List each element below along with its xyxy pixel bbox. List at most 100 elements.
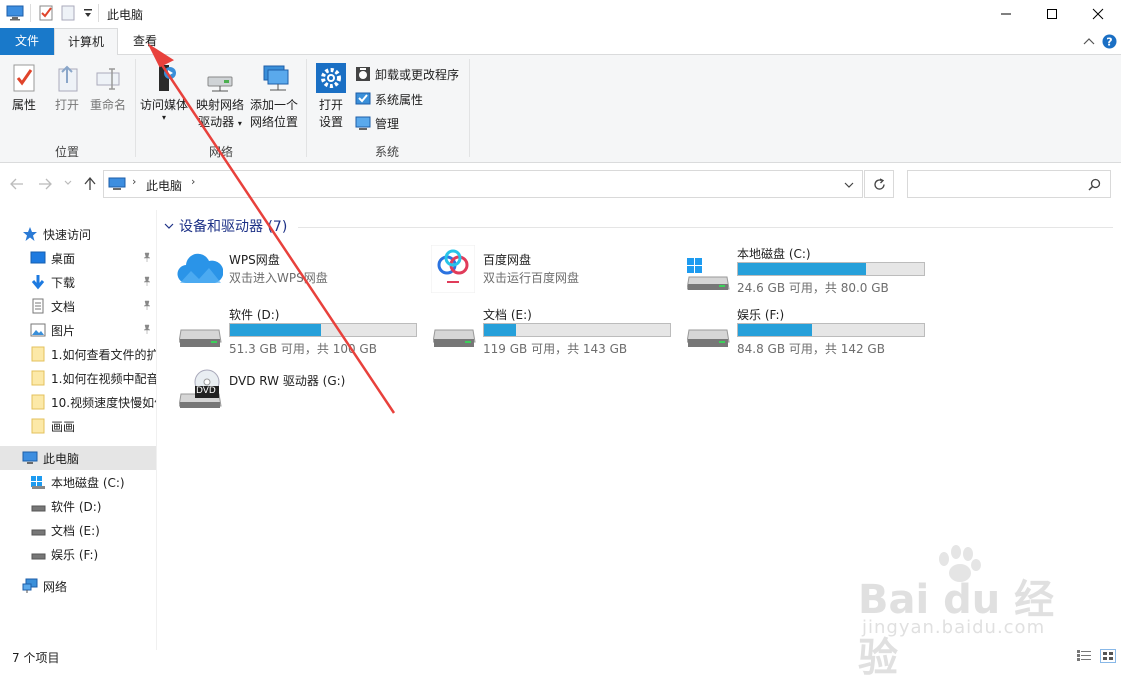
address-history-dropdown[interactable] [835,170,862,198]
hard-drive-icon [687,324,731,352]
back-arrow-icon[interactable] [10,178,24,190]
nav-item-folder[interactable]: 画画 [0,414,156,438]
open-settings-label: 打开 [318,98,343,112]
folder-icon [30,370,46,386]
breadcrumb-this-pc[interactable]: 此电脑 [146,177,182,194]
window-title: 此电脑 [107,8,144,22]
rename-label: 重命名 [89,98,126,112]
properties-quick-icon[interactable] [38,5,54,21]
nav-label: 桌面 [51,251,76,266]
nav-item-pictures[interactable]: 图片 [0,318,156,342]
tab-view[interactable]: 查看 [118,28,172,55]
dvd-badge: DVD [196,386,216,396]
item-name: 百度网盘 [483,253,532,267]
add-network-location-button[interactable]: 添加一个 网络位置 [247,63,301,131]
address-bar[interactable]: › 此电脑 › [103,170,863,198]
nav-item-desktop[interactable]: 桌面 [0,246,156,270]
drive-c-item[interactable]: 本地磁盘 (C:) 24.6 GB 可用，共 80.0 GB [685,245,935,305]
collapse-ribbon-icon[interactable] [1083,36,1095,46]
properties-button[interactable]: 属性 [4,63,44,114]
system-properties-button[interactable]: 系统属性 [355,89,423,109]
breadcrumb-separator-icon: › [132,175,137,188]
nav-label: 娱乐 (F:) [51,547,99,562]
baidu-netdisk-icon [431,245,475,293]
uninstall-program-button[interactable]: 卸载或更改程序 [355,64,459,84]
search-input[interactable] [907,170,1111,198]
settings-gear-icon [315,63,347,93]
nav-label: 此电脑 [43,451,80,466]
item-name: 本地磁盘 (C:) [737,247,811,261]
divider [135,59,136,157]
nav-label: 1.如何在视频中配音 [51,371,156,386]
item-description: 双击运行百度网盘 [483,271,580,285]
group-header-devices[interactable]: 设备和驱动器 (7) [164,216,287,236]
manage-button[interactable]: 管理 [355,113,399,133]
nav-item-this-pc[interactable]: 此电脑 [0,446,156,470]
recent-locations-chevron-icon[interactable] [64,180,72,186]
nav-item-folder[interactable]: 10.视频速度快慢如何 [0,390,156,414]
nav-item-drive-d[interactable]: 软件 (D:) [0,494,156,518]
pin-icon[interactable] [142,300,152,310]
open-button[interactable]: 打开 [47,63,87,114]
dvd-drive-item[interactable]: DVD DVD RW 驱动器 (G:) [177,369,427,432]
nav-item-downloads[interactable]: 下载 [0,270,156,294]
uninstall-label: 卸载或更改程序 [375,67,460,82]
drive-f-item[interactable]: 娱乐 (F:) 84.8 GB 可用，共 142 GB [685,306,935,366]
windows-drive-icon [30,474,46,490]
up-arrow-icon[interactable] [84,177,96,191]
map-drive-label-2: 驱动器 [198,115,235,129]
nav-item-drive-c[interactable]: 本地磁盘 (C:) [0,470,156,494]
drive-d-item[interactable]: 软件 (D:) 51.3 GB 可用，共 100 GB [177,306,427,366]
nav-item-drive-f[interactable]: 娱乐 (F:) [0,542,156,566]
pin-icon[interactable] [142,324,152,334]
access-media-button[interactable]: 访问媒体 ▾ [140,63,188,122]
group-label-network: 网络 [208,145,233,159]
refresh-button[interactable] [864,170,894,198]
nav-item-folder[interactable]: 1.如何查看文件的扩 [0,342,156,366]
item-name: 娱乐 (F:) [737,308,785,322]
help-icon[interactable]: ? [1102,34,1117,49]
divider [306,59,307,157]
item-name: WPS网盘 [229,253,280,267]
close-button[interactable] [1075,0,1121,28]
forward-arrow-icon[interactable] [38,178,52,190]
ribbon-tabs: 文件 计算机 查看 ? [0,28,1121,56]
pictures-icon [30,322,46,338]
capacity-bar [737,262,925,276]
large-icons-view-icon[interactable] [1100,649,1116,663]
wps-cloud-item[interactable]: WPS网盘 双击进入WPS网盘 [177,251,417,311]
properties-icon [10,63,38,93]
nav-item-quick-access[interactable]: 快速访问 [0,222,156,246]
navigation-bar: › 此电脑 › [0,164,1121,208]
tab-computer[interactable]: 计算机 [54,28,118,56]
drive-e-item[interactable]: 文档 (E:) 119 GB 可用，共 143 GB [431,306,681,366]
nav-label: 文档 (E:) [51,523,100,538]
add-location-label: 添加一个 [249,98,298,112]
manage-icon [355,115,371,131]
tab-file[interactable]: 文件 [0,28,54,55]
nav-label: 图片 [51,323,76,338]
new-folder-quick-icon[interactable] [61,5,75,21]
map-network-drive-button[interactable]: 映射网络 驱动器 ▾ [193,63,247,132]
customize-quick-access-icon[interactable] [83,8,93,18]
nav-item-documents[interactable]: 文档 [0,294,156,318]
rename-button[interactable]: 重命名 [88,63,128,114]
details-view-icon[interactable] [1077,650,1091,662]
pin-icon[interactable] [142,276,152,286]
minimize-button[interactable] [983,0,1029,28]
this-pc-icon [22,450,38,466]
nav-item-folder[interactable]: 1.如何在视频中配音 [0,366,156,390]
maximize-button[interactable] [1029,0,1075,28]
uninstall-icon [355,66,371,82]
folder-icon [30,418,46,434]
folder-icon [30,346,46,362]
nav-item-drive-e[interactable]: 文档 (E:) [0,518,156,542]
nav-item-network[interactable]: 网络 [0,574,156,598]
pane-splitter[interactable] [156,210,157,650]
baidu-netdisk-item[interactable]: 百度网盘 双击运行百度网盘 [431,245,671,311]
system-properties-label: 系统属性 [375,92,424,107]
pin-icon[interactable] [142,252,152,262]
folder-icon [30,394,46,410]
rename-icon [94,63,122,93]
open-settings-button[interactable]: 打开 设置 [312,63,350,131]
